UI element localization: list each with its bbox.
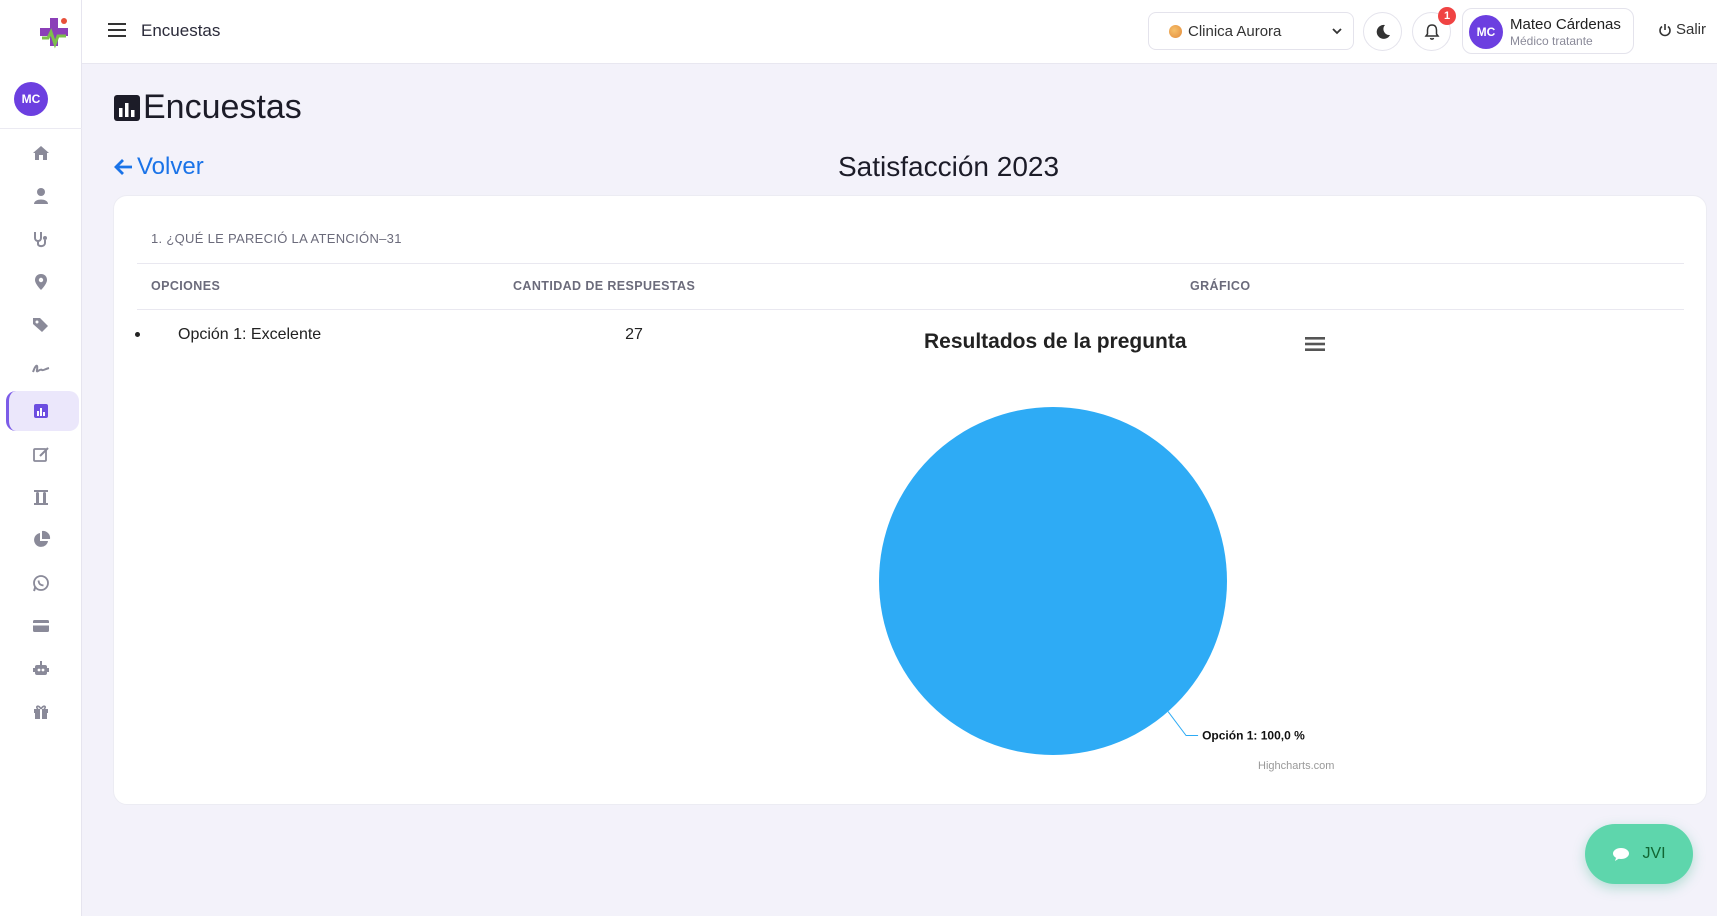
edit-icon [33, 446, 49, 462]
menu-toggle-icon[interactable] [108, 22, 128, 38]
user-role: Médico tratante [1510, 34, 1593, 48]
nav-patients[interactable] [0, 174, 82, 217]
sidebar: MC [0, 0, 82, 916]
app-logo-icon[interactable] [36, 14, 72, 50]
robot-icon [33, 660, 49, 675]
header-options: OPCIONES [151, 279, 221, 293]
survey-title: Satisfacción 2023 [838, 151, 1060, 182]
sidebar-divider [0, 128, 82, 129]
nav-locations[interactable] [0, 260, 82, 303]
data-label: Opción 1: 100,0 % [1202, 729, 1305, 743]
chart-credits[interactable]: Highcharts.com [1258, 760, 1334, 772]
user-icon [34, 187, 48, 204]
data-label-connector [1167, 711, 1199, 737]
pie-slice[interactable] [879, 407, 1227, 755]
nav-lab[interactable] [0, 475, 82, 518]
bell-icon [1424, 23, 1439, 40]
option-label: Opción 1: Excelente [178, 326, 322, 343]
stethoscope-icon [34, 231, 47, 247]
page-title: Encuestas [143, 88, 302, 126]
whatsapp-icon [33, 574, 49, 591]
nav-surveys[interactable] [0, 389, 82, 432]
logout-button[interactable]: Salir [1658, 21, 1706, 38]
power-icon [1659, 23, 1671, 36]
signature-icon [32, 364, 50, 372]
survey-chart-icon [34, 403, 48, 418]
arrow-left-icon [114, 159, 132, 175]
top-bar-title: Encuestas [141, 21, 221, 40]
location-icon [35, 273, 47, 290]
user-name: Mateo Cárdenas [1510, 16, 1621, 33]
home-icon [33, 145, 49, 160]
chat-bubble-icon [1613, 848, 1630, 861]
clinic-logo-icon [1169, 24, 1182, 38]
header-count: CANTIDAD DE RESPUESTAS [513, 279, 696, 293]
chevron-down-icon [1332, 28, 1342, 35]
page-header: Encuestas [113, 88, 302, 127]
pie-plot-area: Opción 1: 100,0 % [879, 407, 1305, 755]
clinic-select[interactable]: Clinica Aurora [1148, 12, 1354, 50]
nav-home[interactable] [0, 131, 82, 174]
header-chart: GRÁFICO [1190, 279, 1251, 293]
nav-tags[interactable] [0, 303, 82, 346]
logout-label: Salir [1676, 21, 1707, 38]
dark-mode-toggle[interactable] [1363, 12, 1402, 51]
credit-card-icon [33, 619, 49, 632]
back-link[interactable]: Volver [113, 153, 204, 181]
clinic-select-value: Clinica Aurora [1188, 22, 1282, 40]
nav-reports[interactable] [0, 518, 82, 561]
option-count: 27 [625, 326, 643, 343]
back-link-label: Volver [137, 153, 204, 180]
survey-chart-icon [114, 94, 140, 121]
results-pie-chart: Resultados de la pregunta Opción 1: 100,… [800, 300, 1360, 780]
nav-bot[interactable] [0, 647, 82, 690]
nav-gifts[interactable] [0, 690, 82, 733]
pie-chart-icon [34, 530, 51, 547]
nav-whatsapp[interactable] [0, 561, 82, 604]
divider [137, 263, 1684, 264]
sidebar-avatar[interactable]: MC [14, 82, 48, 116]
jvi-label: JVI [1642, 845, 1666, 862]
nav-medical[interactable] [0, 217, 82, 260]
nav-edit[interactable] [0, 432, 82, 475]
avatar: MC [1469, 15, 1503, 49]
gift-icon [34, 704, 48, 719]
nav-billing[interactable] [0, 604, 82, 647]
jvi-assistant-button[interactable]: JVI [1585, 824, 1693, 884]
sidebar-nav [0, 131, 82, 733]
lab-tubes-icon [34, 489, 48, 505]
user-menu[interactable]: MC Mateo Cárdenas Médico tratante [1462, 8, 1634, 54]
question-title: 1. ¿QUÉ LE PARECIÓ LA ATENCIÓN–31 [151, 231, 402, 246]
notification-badge: 1 [1438, 7, 1456, 25]
top-bar: Encuestas Clinica Aurora 1 MC Mateo Cárd… [82, 0, 1717, 64]
nav-signature[interactable] [0, 346, 82, 389]
tags-icon [33, 317, 48, 332]
moon-icon [1376, 24, 1390, 39]
list-bullet [135, 332, 140, 337]
